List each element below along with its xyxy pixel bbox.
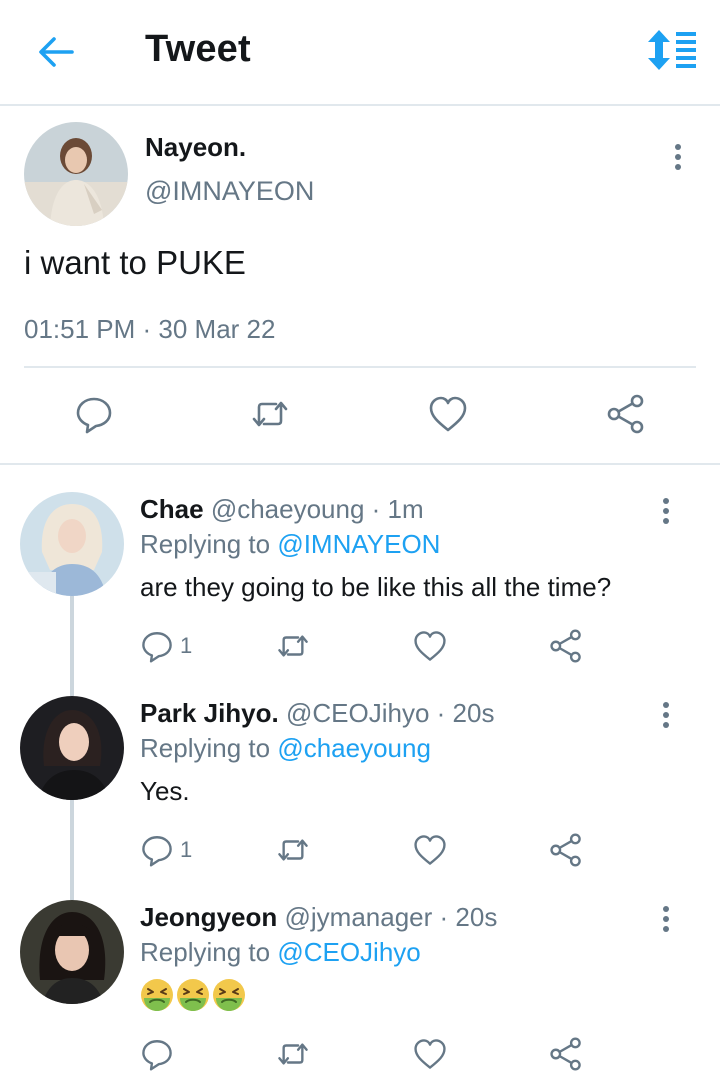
- author-name[interactable]: Nayeon.: [145, 132, 246, 163]
- reply-time: · 20s: [439, 902, 498, 932]
- nauseated-face-emoji: [177, 979, 209, 1011]
- page-title: Tweet: [145, 28, 251, 70]
- reply-button[interactable]: 1: [140, 830, 192, 870]
- like-icon[interactable]: [428, 394, 468, 434]
- tweet-text: are they going to be like this all the t…: [140, 572, 612, 602]
- tweet-actions: 1: [0, 626, 720, 670]
- tweet-actions: [0, 1034, 720, 1078]
- reply-icon: [142, 632, 172, 663]
- mention-link[interactable]: @chaeyoung: [277, 733, 431, 763]
- retweet-button[interactable]: [276, 830, 310, 870]
- more-options-icon[interactable]: [656, 496, 676, 526]
- retweet-icon: [278, 1043, 308, 1065]
- reply-count: 1: [180, 837, 193, 862]
- share-icon[interactable]: [606, 394, 646, 434]
- avatar[interactable]: [24, 122, 128, 226]
- reply-tweet[interactable]: Jeongyeon @jymanager · 20s Replying to @…: [0, 900, 720, 1087]
- author-name[interactable]: Jeongyeon: [140, 902, 277, 932]
- top-bar: Tweet: [0, 0, 720, 106]
- reply-header: Park Jihyo. @CEOJihyo · 20s: [140, 698, 494, 729]
- reply-header: Chae @chaeyoung · 1m: [140, 494, 424, 525]
- retweet-button[interactable]: [276, 626, 310, 666]
- reply-icon: [142, 836, 172, 867]
- retweet-icon: [278, 635, 308, 657]
- main-tweet: Nayeon. @IMNAYEON i want to PUKE 01:51 P…: [0, 108, 720, 464]
- retweet-icon[interactable]: [250, 394, 290, 434]
- share-icon: [550, 1037, 581, 1071]
- avatar[interactable]: [20, 900, 124, 1004]
- like-button[interactable]: [413, 830, 447, 870]
- mention-link[interactable]: @CEOJihyo: [277, 937, 420, 967]
- divider: [0, 463, 720, 465]
- author-name[interactable]: Park Jihyo.: [140, 698, 279, 728]
- more-options-icon[interactable]: [656, 904, 676, 934]
- share-icon: [550, 629, 581, 663]
- reply-icon[interactable]: [74, 394, 114, 434]
- like-icon: [414, 631, 446, 661]
- reply-icon: [142, 1040, 172, 1071]
- replying-to: Replying to @chaeyoung: [140, 733, 431, 764]
- replying-to-label: Replying to: [140, 733, 278, 763]
- emoji-row: [140, 978, 246, 1012]
- share-button[interactable]: [549, 830, 583, 870]
- author-handle[interactable]: @IMNAYEON: [145, 176, 314, 207]
- share-icon: [550, 833, 581, 867]
- tweet-text: i want to PUKE: [24, 244, 246, 281]
- like-icon: [414, 1039, 446, 1069]
- reply-tweet[interactable]: Park Jihyo. @CEOJihyo · 20s Replying to …: [0, 696, 720, 900]
- author-name[interactable]: Chae: [140, 494, 204, 524]
- divider: [24, 366, 696, 368]
- reply-tweet[interactable]: Chae @chaeyoung · 1m Replying to @IMNAYE…: [0, 492, 720, 696]
- like-icon: [414, 835, 446, 865]
- tweet-text: Yes.: [140, 776, 190, 806]
- reply-button[interactable]: [140, 1034, 180, 1074]
- share-button[interactable]: [549, 626, 583, 666]
- reply-time: · 20s: [436, 698, 495, 728]
- reply-button[interactable]: 1: [140, 626, 192, 666]
- replying-to: Replying to @CEOJihyo: [140, 937, 421, 968]
- tweet-actions: 1: [0, 830, 720, 874]
- share-button[interactable]: [549, 1034, 583, 1074]
- author-handle[interactable]: @chaeyoung: [211, 494, 365, 524]
- tweet-actions: [0, 388, 720, 442]
- avatar[interactable]: [20, 696, 124, 800]
- reply-count: 1: [180, 633, 193, 658]
- nauseated-face-emoji: [141, 979, 173, 1011]
- reply-time: · 1m: [371, 494, 424, 524]
- avatar[interactable]: [20, 492, 124, 596]
- nauseated-face-emoji: [213, 979, 245, 1011]
- replying-to: Replying to @IMNAYEON: [140, 529, 440, 560]
- arrow-left-icon[interactable]: [36, 32, 76, 72]
- author-handle[interactable]: @jymanager: [284, 902, 432, 932]
- retweet-button[interactable]: [276, 1034, 310, 1074]
- replying-to-label: Replying to: [140, 937, 278, 967]
- reply-header: Jeongyeon @jymanager · 20s: [140, 902, 497, 933]
- sort-arrows-icon[interactable]: [646, 28, 698, 72]
- tweet-timestamp: 01:51 PM · 30 Mar 22: [24, 314, 276, 344]
- more-options-icon[interactable]: [656, 700, 676, 730]
- like-button[interactable]: [413, 626, 447, 666]
- replying-to-label: Replying to: [140, 529, 278, 559]
- author-handle[interactable]: @CEOJihyo: [286, 698, 429, 728]
- like-button[interactable]: [413, 1034, 447, 1074]
- retweet-icon: [278, 839, 308, 861]
- more-options-icon[interactable]: [668, 142, 688, 172]
- mention-link[interactable]: @IMNAYEON: [277, 529, 440, 559]
